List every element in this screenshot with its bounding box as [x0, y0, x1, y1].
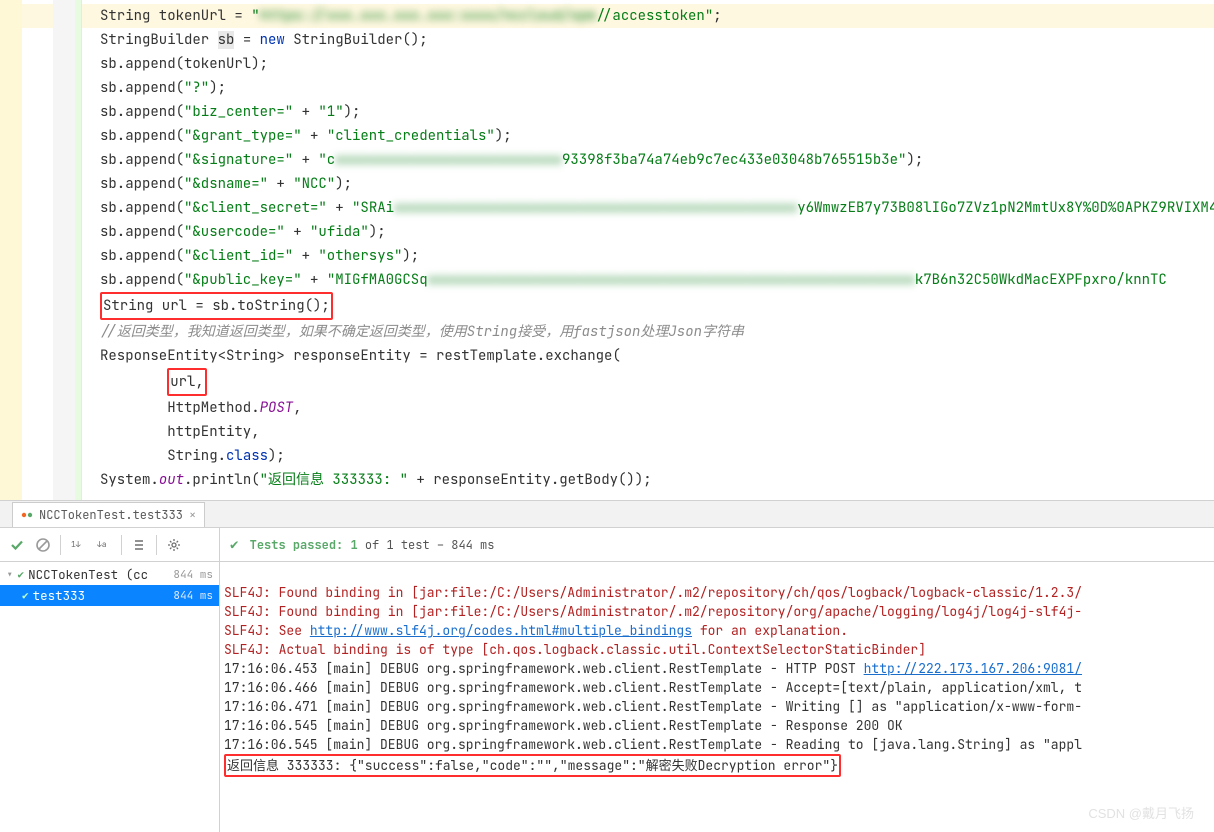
check-icon: ✔ [230, 536, 238, 554]
sort-down-icon[interactable]: 1↓ [67, 534, 89, 556]
run-tab[interactable]: NCCTokenTest.test333 × [12, 502, 205, 527]
annotation-box-2: url, [167, 368, 207, 396]
console-line: SLF4J: Found binding in [jar:file:/C:/Us… [224, 584, 1082, 601]
console-output[interactable]: SLF4J: Found binding in [jar:file:/C:/Us… [220, 562, 1214, 832]
test-toolbar: 1↓ ↓a ✔ Tests passed: 1 of 1 test – 844 … [0, 528, 1214, 562]
annotation-box-1: String url = sb.toString(); [100, 292, 333, 320]
editor-area: String tokenUrl = "https://xxx.xxx.xxx.x… [0, 0, 1214, 500]
tree-duration: 844 ms [173, 568, 213, 582]
tree-row-method[interactable]: ✔ test333 844 ms [0, 585, 219, 606]
show-passed-toggle[interactable] [6, 534, 28, 556]
console-line: 17:16:06.545 [main] DEBUG org.springfram… [224, 717, 903, 734]
show-ignored-toggle[interactable] [32, 534, 54, 556]
console-line: SLF4J: Found binding in [jar:file:/C:/Us… [224, 603, 1082, 620]
code-text: String tokenUrl = [100, 7, 251, 25]
console-link[interactable]: http://222.173.167.206:9081/ [864, 660, 1082, 677]
console-link[interactable]: http://www.slf4j.org/codes.html#multiple… [310, 622, 692, 639]
check-icon: ✔ [18, 568, 25, 582]
check-icon: ✔ [22, 589, 29, 603]
console-line: 17:16:06.471 [main] DEBUG org.springfram… [224, 698, 1082, 715]
gutter [0, 0, 82, 500]
test-tree[interactable]: ▾ ✔ NCCTokenTest (cc 844 ms ✔ test333 84… [0, 562, 220, 832]
run-tab-label: NCCTokenTest.test333 [39, 507, 183, 523]
console-line: 17:16:06.545 [main] DEBUG org.springfram… [224, 736, 1082, 753]
code-block[interactable]: String tokenUrl = "https://xxx.xxx.xxx.x… [0, 0, 1214, 492]
run-tab-bar: NCCTokenTest.test333 × [0, 500, 1214, 528]
tree-label: test333 [33, 587, 86, 604]
console-line: SLF4J: Actual binding is of type [ch.qos… [224, 641, 926, 658]
close-icon[interactable]: × [189, 507, 196, 523]
tree-label: NCCTokenTest (cc [28, 566, 148, 583]
results-panel: ▾ ✔ NCCTokenTest (cc 844 ms ✔ test333 84… [0, 562, 1214, 832]
tree-row-class[interactable]: ▾ ✔ NCCTokenTest (cc 844 ms [0, 564, 219, 585]
settings-icon[interactable] [163, 534, 185, 556]
svg-text:1↓: 1↓ [71, 540, 81, 550]
tree-duration: 844 ms [173, 589, 213, 603]
test-status: ✔ Tests passed: 1 of 1 test – 844 ms [220, 536, 494, 554]
annotation-box-3: 返回信息 333333: {"success":false,"code":"",… [224, 754, 841, 777]
test-config-icon [21, 509, 33, 521]
sort-up-icon[interactable]: ↓a [93, 534, 115, 556]
svg-text:↓a: ↓a [97, 540, 107, 550]
console-line: 17:16:06.466 [main] DEBUG org.springfram… [224, 679, 1082, 696]
expand-all-icon[interactable] [128, 534, 150, 556]
watermark: CSDN @戴月飞扬 [1088, 803, 1194, 822]
